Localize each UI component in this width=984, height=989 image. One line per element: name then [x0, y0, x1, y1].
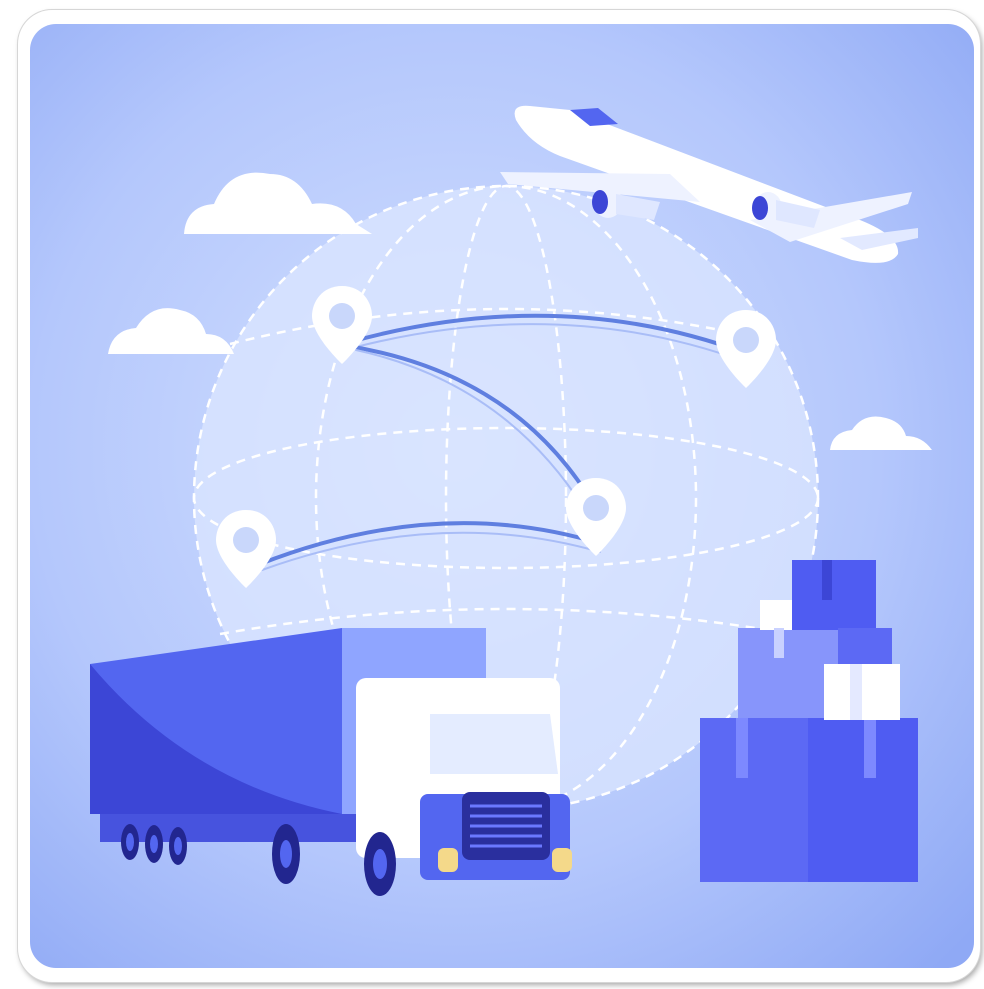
package-box-icon — [792, 560, 876, 630]
logistics-illustration — [30, 24, 974, 968]
illustration-canvas — [30, 24, 974, 968]
package-box-icon — [824, 664, 900, 720]
package-box-icon — [700, 718, 918, 882]
